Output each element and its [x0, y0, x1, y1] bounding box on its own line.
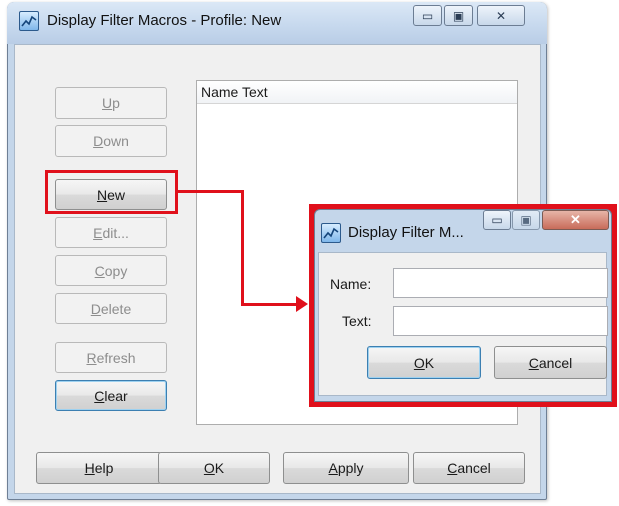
clear-mnemonic: C — [94, 387, 105, 404]
refresh-button[interactable]: Refresh — [55, 342, 167, 373]
list-header-text: Name Text — [201, 84, 268, 100]
ok-button[interactable]: OK — [158, 452, 270, 484]
help-label: elp — [94, 460, 114, 476]
cancel-mnemonic: C — [447, 460, 458, 476]
refresh-label: efresh — [96, 349, 136, 366]
sub-maximize-glyph: ▣ — [520, 213, 532, 227]
help-button[interactable]: Help — [36, 452, 162, 484]
delete-label: elete — [100, 300, 132, 317]
text-label: Text: — [342, 313, 372, 329]
sub-dialog-title: Display Filter M... — [348, 224, 464, 241]
app-icon — [19, 11, 39, 31]
callout-arrow-horizontal-top — [178, 190, 244, 193]
up-mnemonic: U — [102, 95, 113, 111]
up-button[interactable]: Up — [55, 87, 167, 119]
delete-button[interactable]: Delete — [55, 293, 167, 324]
sub-ok-label: K — [424, 354, 435, 371]
sub-cancel-mnemonic: C — [528, 354, 539, 371]
sub-ok-button[interactable]: OK — [367, 346, 481, 379]
cancel-label: ancel — [457, 460, 491, 476]
maximize-glyph: ▣ — [452, 8, 465, 23]
help-mnemonic: H — [84, 460, 95, 476]
list-column-header[interactable]: Name Text — [197, 81, 517, 104]
text-field[interactable] — [393, 306, 608, 336]
sub-close-icon[interactable]: ✕ — [542, 210, 609, 230]
apply-label: pply — [337, 460, 364, 476]
callout-arrow-head — [296, 296, 308, 312]
down-label: own — [103, 133, 129, 149]
edit-button[interactable]: Edit... — [55, 217, 167, 248]
name-field[interactable] — [393, 268, 608, 298]
copy-mnemonic: C — [94, 262, 105, 279]
cancel-button[interactable]: Cancel — [413, 452, 525, 484]
new-button-highlight — [45, 170, 178, 214]
edit-mnemonic: E — [93, 224, 103, 241]
minimize-glyph: ▭ — [421, 8, 434, 23]
apply-button[interactable]: Apply — [283, 452, 409, 484]
ok-mnemonic: O — [203, 460, 215, 476]
up-label: p — [112, 95, 120, 111]
sub-maximize-icon[interactable]: ▣ — [512, 210, 540, 230]
callout-arrow-horizontal-bottom — [241, 303, 299, 306]
maximize-icon[interactable]: ▣ — [444, 5, 473, 26]
edit-label: dit... — [102, 224, 129, 241]
sub-cancel-label: ancel — [538, 354, 573, 371]
ok-label: K — [214, 460, 225, 476]
callout-arrow-vertical — [241, 190, 244, 306]
apply-mnemonic: A — [328, 460, 338, 476]
sub-minimize-glyph: ▭ — [491, 213, 503, 227]
delete-mnemonic: D — [90, 300, 101, 317]
clear-label: lear — [104, 387, 128, 404]
copy-button[interactable]: Copy — [55, 255, 167, 286]
main-window-title: Display Filter Macros - Profile: New — [47, 12, 282, 29]
sub-minimize-icon[interactable]: ▭ — [483, 210, 511, 230]
clear-button[interactable]: Clear — [55, 380, 167, 411]
refresh-mnemonic: R — [86, 349, 97, 366]
sub-dialog-app-icon — [321, 223, 341, 243]
copy-label: opy — [104, 262, 128, 279]
close-glyph: ✕ — [495, 8, 507, 23]
sub-cancel-button[interactable]: Cancel — [494, 346, 607, 379]
minimize-icon[interactable]: ▭ — [413, 5, 442, 26]
down-button[interactable]: Down — [55, 125, 167, 157]
name-label: Name: — [330, 276, 372, 292]
close-icon[interactable]: ✕ — [477, 5, 525, 26]
sub-close-glyph: ✕ — [570, 212, 581, 227]
sub-ok-mnemonic: O — [413, 354, 425, 371]
down-mnemonic: D — [93, 133, 104, 149]
